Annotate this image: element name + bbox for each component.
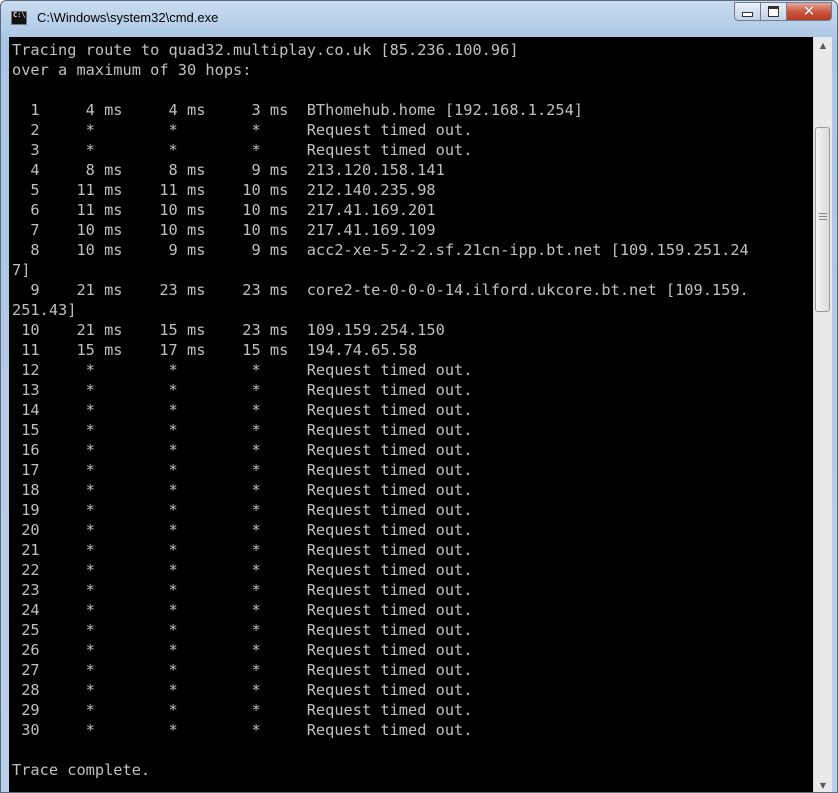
title-bar[interactable]: C:\ C:\Windows\system32\cmd.exe ✕ bbox=[1, 1, 837, 37]
scroll-down-icon: ▼ bbox=[819, 781, 827, 790]
cmd-icon-text: C:\ bbox=[13, 11, 26, 19]
console-text: Tracing route to quad32.multiplay.co.uk … bbox=[12, 41, 749, 779]
scroll-down-button[interactable]: ▼ bbox=[814, 777, 832, 792]
close-button[interactable]: ✕ bbox=[787, 2, 832, 21]
minimize-icon bbox=[742, 12, 753, 17]
window-controls: ✕ bbox=[734, 2, 832, 22]
scroll-up-button[interactable]: ▲ bbox=[814, 37, 832, 54]
close-icon: ✕ bbox=[802, 2, 816, 20]
cmd-window: C:\ C:\Windows\system32\cmd.exe ✕ Tracin… bbox=[0, 0, 838, 793]
scrollbar-thumb[interactable] bbox=[815, 127, 830, 312]
vertical-scrollbar[interactable]: ▲ ▼ bbox=[813, 37, 832, 792]
window-title: C:\Windows\system32\cmd.exe bbox=[37, 10, 219, 25]
minimize-button[interactable] bbox=[734, 2, 761, 21]
cmd-icon[interactable]: C:\ bbox=[11, 11, 27, 25]
console-output[interactable]: Tracing route to quad32.multiplay.co.uk … bbox=[9, 37, 813, 792]
maximize-button[interactable] bbox=[761, 2, 787, 21]
grip-icon bbox=[819, 213, 827, 222]
scroll-up-icon: ▲ bbox=[819, 41, 827, 50]
maximize-icon bbox=[768, 6, 779, 17]
